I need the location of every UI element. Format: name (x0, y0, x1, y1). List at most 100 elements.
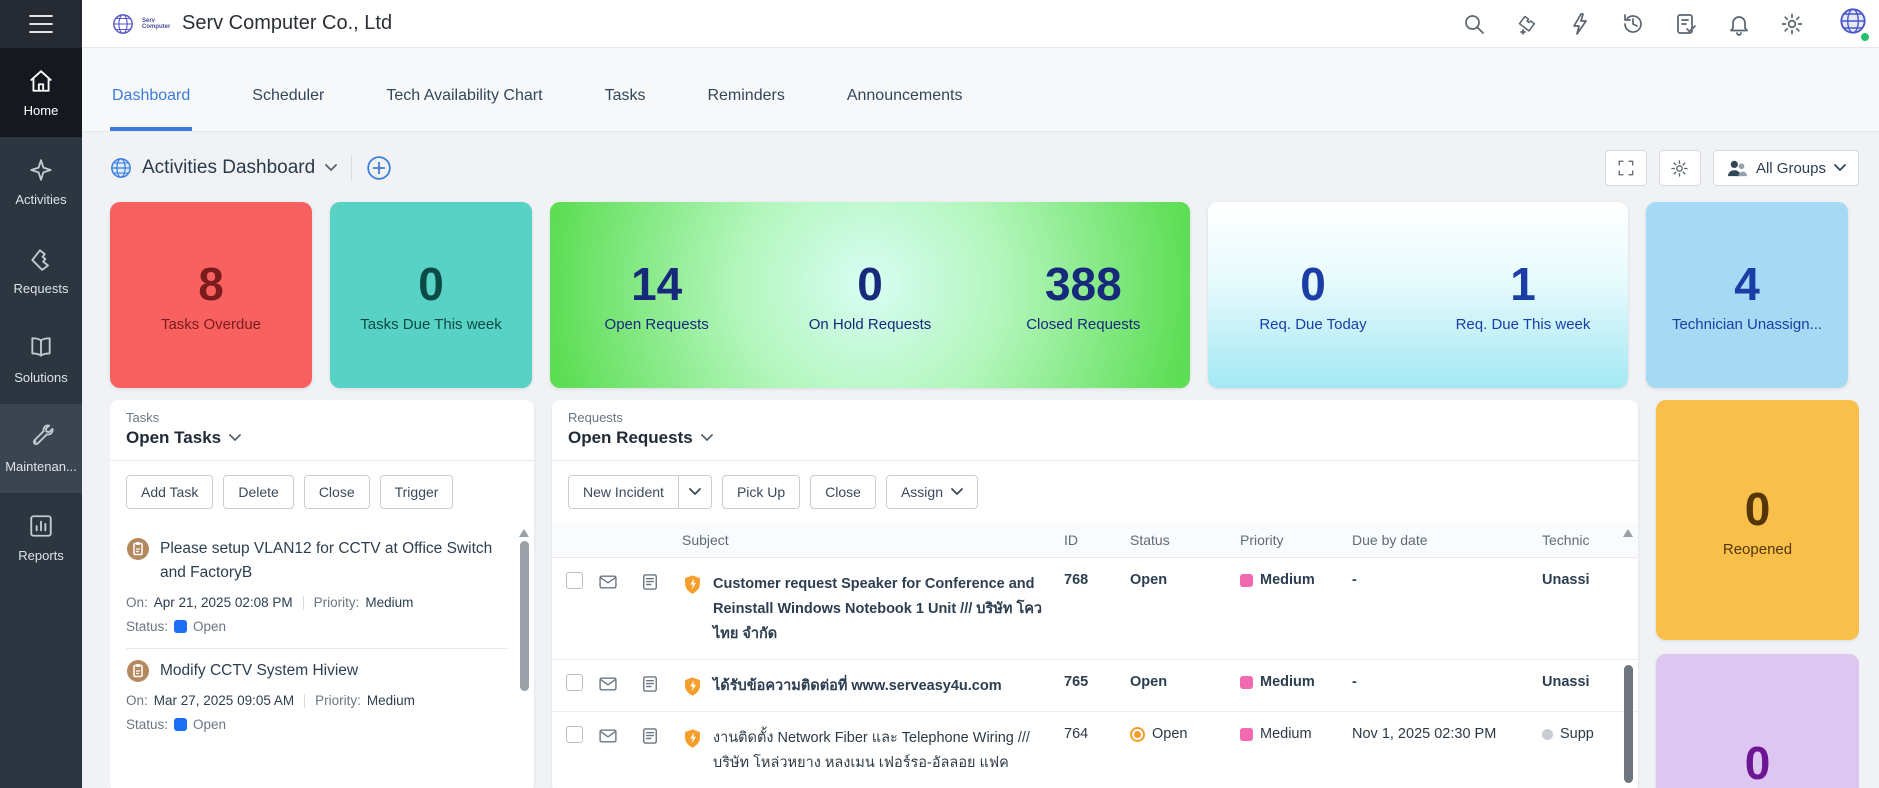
tab-reminders[interactable]: Reminders (705, 87, 786, 131)
pick-up-button[interactable]: Pick Up (722, 475, 800, 509)
tab-tech-availability-chart[interactable]: Tech Availability Chart (384, 87, 544, 131)
quick-actions-button[interactable] (1568, 12, 1592, 36)
stat-on-hold-requests[interactable]: 0 On Hold Requests (763, 258, 976, 333)
status-label: Status: (126, 717, 168, 732)
technician-status-dot (1542, 729, 1553, 740)
request-subject[interactable]: งานติดตั้ง Network Fiber และ Telephone W… (713, 726, 1064, 776)
scroll-up-arrow[interactable] (1623, 529, 1633, 537)
stat-req-due-today[interactable]: 0 Req. Due Today (1208, 258, 1418, 333)
row-checkbox[interactable] (566, 726, 583, 743)
tasks-scrollbar[interactable] (519, 529, 529, 788)
status-open-square-icon (174, 620, 187, 633)
col-due-by-date[interactable]: Due by date (1352, 523, 1542, 557)
people-icon (1726, 159, 1748, 177)
mail-icon[interactable] (598, 572, 618, 592)
sidebar-item-maintenance[interactable]: Maintenan... (0, 404, 82, 493)
card-tasks-due-week[interactable]: 0 Tasks Due This week (330, 202, 532, 388)
close-task-button[interactable]: Close (304, 475, 370, 509)
col-subject[interactable]: Subject (682, 523, 1064, 557)
mail-icon[interactable] (598, 674, 618, 694)
col-notes (640, 523, 682, 541)
tab-announcements[interactable]: Announcements (845, 87, 965, 131)
close-request-button[interactable]: Close (810, 475, 876, 509)
stat-req-due-week[interactable]: 1 Req. Due This week (1418, 258, 1628, 333)
request-priority: Medium (1260, 674, 1315, 690)
sidebar-item-label: Maintenan... (5, 459, 77, 474)
request-subject[interactable]: Customer request Speaker for Conference … (713, 572, 1064, 647)
task-item[interactable]: Modify CCTV System Hiview On: Mar 27, 20… (126, 648, 508, 746)
table-row[interactable]: ได้รับข้อความติดต่อที่ www.serveasy4u.co… (552, 660, 1638, 712)
task-item[interactable]: Please setup VLAN12 for CCTV at Office S… (126, 527, 508, 648)
gear-icon (1670, 159, 1689, 178)
col-priority[interactable]: Priority (1240, 523, 1352, 557)
dashboard-content: Activities Dashboard (82, 132, 1879, 788)
chevron-down-icon (689, 488, 701, 496)
sidebar-item-reports[interactable]: Reports (0, 493, 82, 582)
tab-scheduler[interactable]: Scheduler (250, 87, 326, 131)
requests-scrollbar[interactable] (1623, 529, 1633, 788)
card-reopened[interactable]: 0 Reopened (1656, 400, 1859, 640)
tab-dashboard[interactable]: Dashboard (110, 87, 192, 131)
approvals-button[interactable] (1674, 12, 1698, 36)
group-filter-dropdown[interactable]: All Groups (1713, 150, 1859, 186)
mail-icon[interactable] (598, 726, 618, 746)
settings-button[interactable] (1780, 12, 1804, 36)
history-icon (1621, 12, 1645, 36)
request-add-button[interactable] (1515, 12, 1539, 36)
new-incident-dropdown-button[interactable] (679, 475, 712, 509)
stat-open-requests[interactable]: 14 Open Requests (550, 258, 763, 333)
card-requests-summary[interactable]: 14 Open Requests 0 On Hold Requests 388 … (550, 202, 1190, 388)
requests-view-selector[interactable]: Open Requests (568, 428, 1622, 448)
search-button[interactable] (1462, 12, 1486, 36)
notes-icon[interactable] (640, 572, 660, 592)
hamburger-menu-button[interactable] (0, 0, 82, 48)
status-label: Status: (126, 619, 168, 634)
request-priority: Medium (1260, 726, 1312, 742)
notes-icon[interactable] (640, 674, 660, 694)
table-row[interactable]: Customer request Speaker for Conference … (552, 558, 1638, 660)
scroll-up-arrow[interactable] (519, 529, 529, 537)
fullscreen-button[interactable] (1605, 150, 1647, 186)
assign-dropdown-button[interactable]: Assign (886, 475, 978, 509)
tasks-view-selector[interactable]: Open Tasks (126, 428, 518, 448)
new-incident-button[interactable]: New Incident (568, 475, 679, 509)
add-task-button[interactable]: Add Task (126, 475, 213, 509)
user-avatar[interactable] (1839, 7, 1869, 41)
col-id[interactable]: ID (1064, 523, 1130, 557)
fullscreen-icon (1617, 159, 1635, 177)
stat-value: 8 (161, 258, 261, 310)
notes-icon[interactable] (640, 726, 660, 746)
stat-label: Technician Unassign... (1672, 316, 1822, 333)
ticket-icon (28, 246, 54, 272)
dashboard-settings-button[interactable] (1659, 150, 1701, 186)
row-checkbox[interactable] (566, 572, 583, 589)
request-subject[interactable]: ได้รับข้อความติดต่อที่ www.serveasy4u.co… (713, 674, 1002, 699)
history-button[interactable] (1621, 12, 1645, 36)
stat-closed-requests[interactable]: 388 Closed Requests (977, 258, 1190, 333)
card-technician-unassigned[interactable]: 4 Technician Unassign... (1646, 202, 1848, 388)
row-checkbox[interactable] (566, 674, 583, 691)
delete-task-button[interactable]: Delete (223, 475, 293, 509)
trigger-task-button[interactable]: Trigger (380, 475, 454, 509)
col-technician[interactable]: Technic (1542, 523, 1620, 557)
sidebar-item-solutions[interactable]: Solutions (0, 315, 82, 404)
tab-tasks[interactable]: Tasks (603, 87, 648, 131)
card-requests-due[interactable]: 0 Req. Due Today 1 Req. Due This week (1208, 202, 1628, 388)
add-dashboard-button[interactable] (366, 155, 392, 181)
table-row[interactable]: งานติดตั้ง Network Fiber และ Telephone W… (552, 712, 1638, 788)
tasks-widget: Tasks Open Tasks Add Task Delete Close T… (110, 400, 534, 788)
sidebar-item-requests[interactable]: Requests (0, 226, 82, 315)
priority-medium-square-icon (1240, 574, 1253, 587)
card-tasks-overdue[interactable]: 8 Tasks Overdue (110, 202, 312, 388)
scrollbar-thumb[interactable] (520, 541, 529, 691)
notifications-button[interactable] (1727, 12, 1751, 36)
dashboard-selector[interactable]: Activities Dashboard (110, 157, 337, 179)
scrollbar-thumb[interactable] (1624, 665, 1633, 783)
card-pending-approval[interactable]: 0 Pending Approval (1656, 654, 1859, 788)
sidebar-item-activities[interactable]: Activities (0, 137, 82, 226)
activities-icon (28, 157, 54, 183)
status-open-square-icon (174, 718, 187, 731)
sidebar-item-home[interactable]: Home (0, 48, 82, 137)
priority-medium-square-icon (1240, 728, 1253, 741)
col-status[interactable]: Status (1130, 523, 1240, 557)
